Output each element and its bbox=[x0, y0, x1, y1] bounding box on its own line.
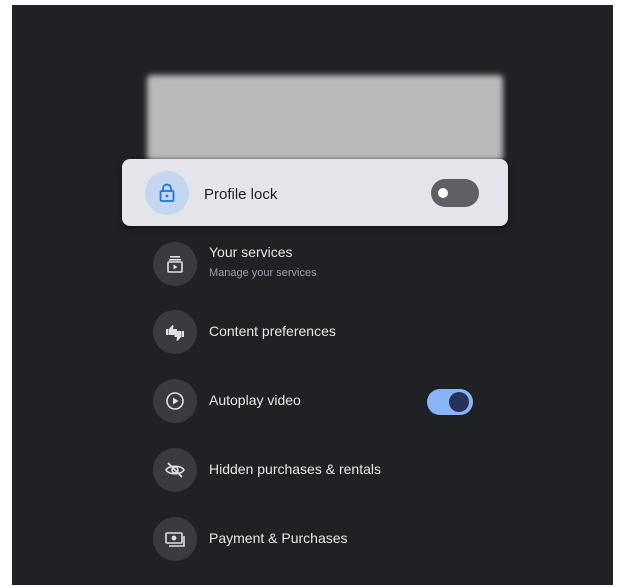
toggle-knob bbox=[438, 188, 448, 198]
blurred-profile-header bbox=[147, 75, 503, 161]
your-services-sublabel: Manage your services bbox=[209, 267, 317, 279]
lock-icon bbox=[145, 171, 189, 215]
profile-lock-row[interactable]: Profile lock bbox=[122, 159, 508, 226]
payment-purchases-row[interactable]: Payment & Purchases bbox=[153, 517, 513, 563]
settings-screen: Profile lock Your services Manage your s… bbox=[12, 5, 613, 585]
content-preferences-row[interactable]: Content preferences bbox=[153, 310, 513, 356]
autoplay-video-row[interactable]: Autoplay video bbox=[153, 379, 513, 425]
play-circle-icon bbox=[153, 379, 197, 423]
autoplay-video-label: Autoplay video bbox=[209, 392, 301, 408]
hidden-purchases-label: Hidden purchases & rentals bbox=[209, 461, 381, 477]
hidden-purchases-row[interactable]: Hidden purchases & rentals bbox=[153, 448, 513, 494]
toggle-knob bbox=[449, 392, 469, 412]
thumbs-icon bbox=[153, 310, 197, 354]
profile-lock-toggle[interactable] bbox=[431, 179, 479, 207]
payment-icon bbox=[153, 517, 197, 561]
eye-off-icon bbox=[153, 448, 197, 492]
content-preferences-label: Content preferences bbox=[209, 323, 336, 339]
your-services-row[interactable]: Your services Manage your services bbox=[153, 242, 513, 288]
profile-lock-label: Profile lock bbox=[204, 186, 278, 203]
autoplay-video-toggle[interactable] bbox=[427, 389, 473, 415]
subscriptions-icon bbox=[153, 242, 197, 286]
payment-purchases-label: Payment & Purchases bbox=[209, 530, 348, 546]
your-services-label: Your services bbox=[209, 244, 293, 260]
